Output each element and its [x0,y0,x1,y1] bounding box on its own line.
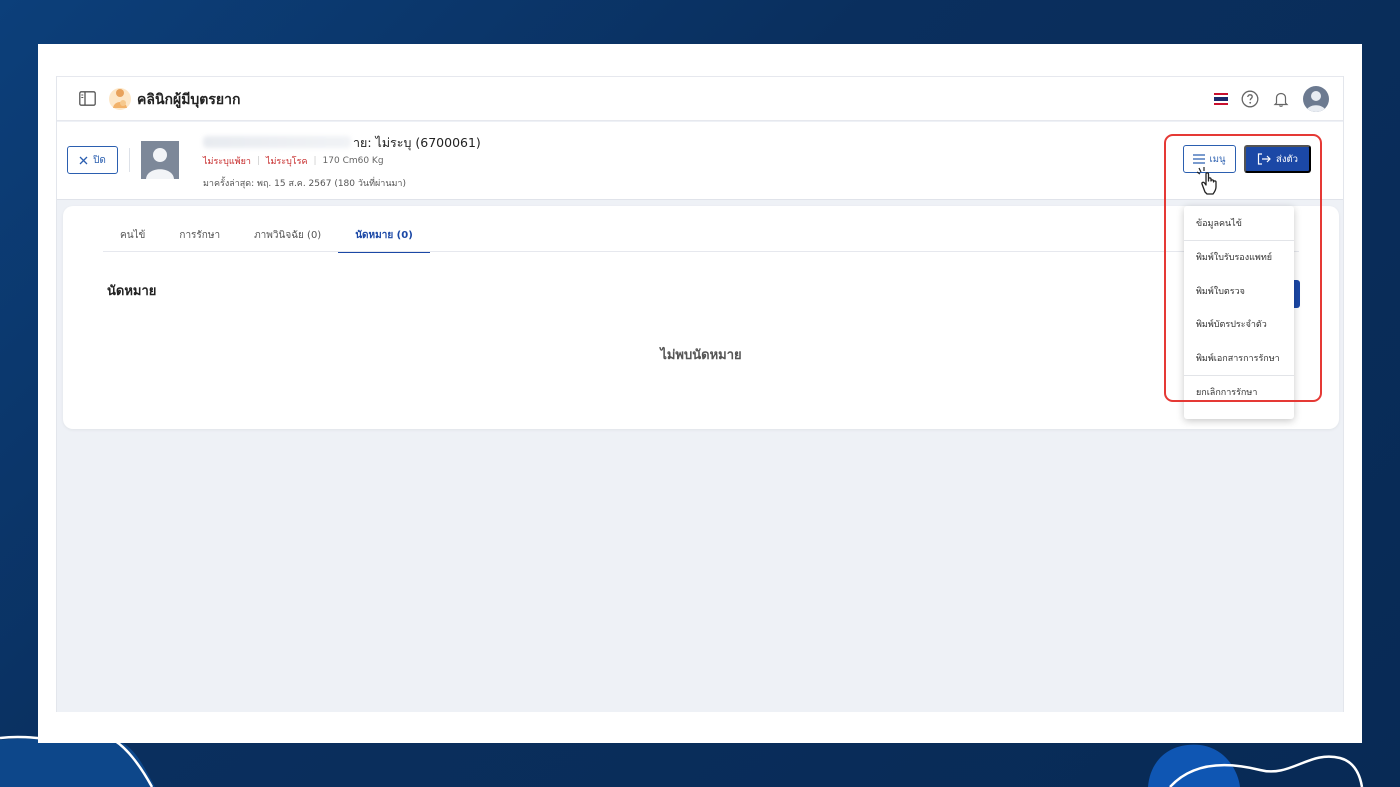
top-bar: คลินิกผู้มีบุตรยาก [57,76,1343,121]
patient-name-blurred [203,136,351,148]
last-visit: มาครั้งล่าสุด: พฤ. 15 ส.ค. 2567 (180 วัน… [203,179,406,189]
notification-bell-icon[interactable] [1272,90,1290,108]
tab-diagnostic-images[interactable]: ภาพวินิจฉัย (0) [237,219,338,252]
menu-button-label: เมนู [1209,153,1226,165]
menu-dropdown: ข้อมูลคนไข้ พิมพ์ใบรับรองแพทย์ พิมพ์ใบตร… [1184,206,1294,419]
header-divider [129,148,130,172]
close-icon [79,156,88,164]
patient-header: ปิด าย: ไม่ระบุ (6700061) ไม่ระบุแพ้ยา |… [57,122,1343,200]
section-title: นัดหมาย [107,284,157,299]
disease-info: ไม่ระบุโรค [265,157,308,167]
tab-appointments[interactable]: นัดหมาย (0) [338,219,430,253]
info-separator: | [256,156,260,166]
tab-bar: คนไข้ การรักษา ภาพวินิจฉัย (0) นัดหมาย (… [103,219,430,253]
menu-item-patient-info[interactable]: ข้อมูลคนไข้ [1184,206,1294,240]
close-button-label: ปิด [93,154,106,166]
tab-underline [103,251,1299,252]
send-button[interactable]: ส่งตัว [1244,145,1311,173]
content-card: คนไข้ การรักษา ภาพวินิจฉัย (0) นัดหมาย (… [63,206,1339,429]
hamburger-icon [1193,154,1206,164]
menu-item-print-medical-certificate[interactable]: พิมพ์ใบรับรองแพทย์ [1184,241,1294,275]
user-avatar-icon [1306,91,1326,112]
sidebar-toggle-icon[interactable] [79,91,96,106]
thai-flag-icon[interactable] [1214,93,1228,105]
top-right-tools [1214,86,1329,112]
tab-patient[interactable]: คนไข้ [103,219,162,252]
patient-avatar [141,141,179,179]
allergy-info: ไม่ระบุแพ้ยา [203,157,251,167]
menu-item-print-treatment-docs[interactable]: พิมพ์เอกสารการรักษา [1184,341,1294,375]
info-separator: | [313,156,317,166]
empty-state-text: ไม่พบนัดหมาย [660,348,742,363]
patient-placeholder-icon [146,148,174,179]
logout-icon [1257,153,1271,165]
close-button[interactable]: ปิด [67,146,118,174]
screenshot-frame: คลินิกผู้มีบุตรยาก ปิด าย: ไม่ระบุ (6700… [38,44,1362,743]
user-avatar[interactable] [1303,86,1329,112]
menu-item-cancel-treatment[interactable]: ยกเลิกการรักษา [1184,376,1294,410]
send-button-label: ส่งตัว [1276,153,1298,165]
body-measurements: 170 Cm60 Kg [322,156,384,166]
menu-item-print-id-card[interactable]: พิมพ์บัตรประจำตัว [1184,308,1294,342]
app-window: คลินิกผู้มีบุตรยาก ปิด าย: ไม่ระบุ (6700… [56,76,1344,712]
help-icon[interactable] [1241,90,1259,108]
menu-button[interactable]: เมนู [1183,145,1236,173]
menu-item-print-exam-sheet[interactable]: พิมพ์ใบตรวจ [1184,274,1294,308]
app-title: คลินิกผู้มีบุตรยาก [137,92,241,108]
patient-name: าย: ไม่ระบุ (6700061) [353,135,481,150]
clinic-logo-icon [109,88,131,110]
tab-treatment[interactable]: การรักษา [162,219,237,252]
patient-info-row: ไม่ระบุแพ้ยา | ไม่ระบุโรค | 170 Cm60 Kg [203,154,384,168]
